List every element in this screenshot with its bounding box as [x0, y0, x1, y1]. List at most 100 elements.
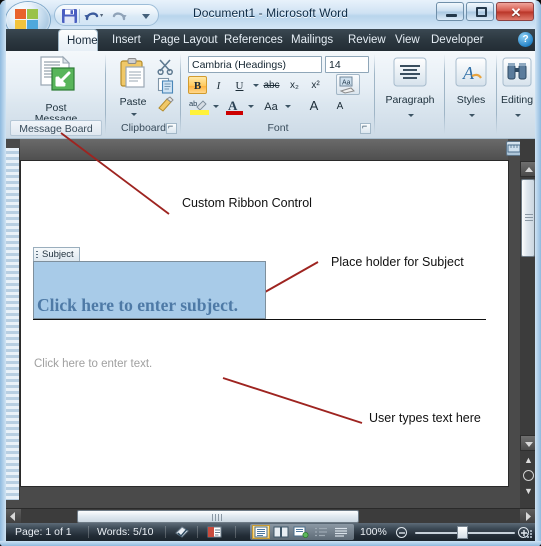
tab-home[interactable]: Home: [58, 29, 98, 51]
vertical-scrollbar[interactable]: ▲ ▼: [520, 139, 536, 508]
body-placeholder-text[interactable]: Click here to enter text.: [34, 358, 152, 370]
highlight-dropdown-icon[interactable]: [213, 105, 219, 108]
resize-grip-icon: [524, 530, 532, 538]
tab-references[interactable]: References: [216, 29, 291, 51]
change-case-dropdown-icon[interactable]: [285, 105, 291, 108]
view-buttons-group: [250, 524, 354, 540]
scroll-thumb-grip: [212, 514, 222, 521]
undo-icon[interactable]: [83, 8, 105, 24]
highlighter-icon: ab: [189, 99, 209, 115]
close-button[interactable]: ✕: [496, 2, 534, 21]
italic-button[interactable]: I: [209, 76, 228, 94]
full-screen-reading-view-button[interactable]: [272, 525, 290, 539]
maximize-icon: [476, 7, 487, 17]
copy-button[interactable]: [156, 76, 176, 94]
horizontal-scrollbar[interactable]: [5, 508, 536, 524]
maximize-button[interactable]: [466, 2, 494, 21]
annotation-placeholder-subject: Place holder for Subject: [331, 255, 464, 269]
paste-button[interactable]: Paste: [112, 57, 154, 116]
print-layout-icon: [254, 526, 268, 538]
content-control-subject[interactable]: Click here to enter subject.: [33, 261, 266, 319]
editing-button[interactable]: Editing: [498, 57, 536, 117]
print-layout-view-button[interactable]: [252, 525, 270, 539]
post-message-button[interactable]: Post Message: [20, 55, 92, 125]
redo-icon[interactable]: [111, 8, 128, 24]
paste-dropdown-icon[interactable]: [131, 113, 137, 116]
paragraph-dropdown-icon[interactable]: [408, 114, 414, 117]
scissors-icon: [157, 59, 173, 76]
bold-button[interactable]: B: [188, 76, 207, 94]
font-color-button[interactable]: A: [223, 97, 245, 116]
outline-icon: [315, 527, 327, 537]
format-painter-icon: [158, 96, 174, 112]
content-control-placeholder-text: Click here to enter subject.: [37, 295, 239, 315]
grow-font-button[interactable]: A: [303, 96, 325, 114]
customize-qat-icon[interactable]: [139, 9, 153, 23]
font-size-combo[interactable]: 14: [325, 56, 369, 73]
tab-view[interactable]: View: [387, 29, 428, 51]
styles-button[interactable]: A Styles: [449, 57, 493, 117]
content-control-tag[interactable]: Subject: [33, 247, 80, 261]
language-icon[interactable]: [207, 525, 222, 539]
web-layout-view-button[interactable]: [292, 525, 310, 539]
chevron-up-icon: [525, 167, 533, 172]
tab-page-layout[interactable]: Page Layout: [145, 29, 226, 51]
chevron-right-icon: [526, 512, 531, 521]
group-label-font: Font: [267, 122, 289, 134]
minimize-button[interactable]: [436, 2, 464, 21]
previous-page-button[interactable]: ▲: [524, 455, 533, 465]
tab-review[interactable]: Review: [340, 29, 394, 51]
ribbon: Post Message Message Board Paste Clipboa…: [5, 51, 536, 139]
scroll-down-button[interactable]: [520, 435, 536, 451]
draft-view-button[interactable]: [332, 525, 350, 539]
editing-dropdown-icon[interactable]: [515, 114, 521, 117]
clipboard-dialog-launcher[interactable]: [166, 121, 177, 134]
status-page-count[interactable]: Page: 1 of 1: [15, 523, 72, 541]
styles-icon: A: [449, 57, 493, 92]
paragraph-label: Paragraph: [385, 94, 435, 106]
font-dialog-launcher[interactable]: [360, 121, 371, 134]
text-highlight-button[interactable]: ab: [188, 97, 210, 116]
align-lines-icon: [383, 57, 437, 92]
tab-mailings[interactable]: Mailings: [283, 29, 341, 51]
horizontal-scroll-thumb[interactable]: [77, 510, 359, 523]
superscript-button[interactable]: x²: [306, 76, 325, 94]
styles-dropdown-icon[interactable]: [469, 114, 475, 117]
strikethrough-button[interactable]: abc: [262, 76, 281, 94]
post-message-icon: [20, 55, 92, 100]
shrink-font-button[interactable]: A: [329, 97, 351, 115]
vertical-scroll-thumb[interactable]: [521, 179, 535, 257]
underline-button[interactable]: U: [230, 76, 249, 94]
resize-grip[interactable]: [522, 528, 534, 540]
zoom-level-label[interactable]: 100%: [360, 523, 387, 541]
scroll-right-button[interactable]: [520, 509, 536, 524]
vertical-ruler[interactable]: [5, 148, 20, 500]
next-page-button[interactable]: ▼: [524, 486, 533, 496]
paragraph-button[interactable]: Paragraph: [383, 57, 437, 117]
spell-check-icon[interactable]: [175, 525, 189, 539]
outline-view-button[interactable]: [312, 525, 330, 539]
annotation-user-types-text: User types text here: [369, 411, 481, 425]
status-word-count[interactable]: Words: 5/10: [97, 523, 153, 541]
chevron-down-icon: [525, 442, 533, 447]
select-browse-object-button[interactable]: [523, 470, 534, 481]
help-icon[interactable]: ?: [518, 32, 533, 47]
status-divider: [197, 526, 198, 538]
font-name-combo[interactable]: Cambria (Headings): [188, 56, 322, 73]
tab-insert[interactable]: Insert: [104, 29, 149, 51]
zoom-slider-thumb[interactable]: [457, 526, 468, 539]
zoom-out-button[interactable]: [396, 527, 407, 538]
font-color-icon: A: [226, 98, 243, 115]
document-area: ▲ ▼: [5, 139, 536, 508]
scroll-left-button[interactable]: [5, 509, 21, 524]
change-case-button[interactable]: Aa: [258, 97, 284, 115]
subscript-button[interactable]: x₂: [285, 76, 304, 94]
underline-dropdown-icon[interactable]: [253, 84, 259, 87]
format-painter-button[interactable]: [156, 95, 176, 113]
cut-button[interactable]: [156, 57, 176, 76]
clear-formatting-button[interactable]: Aa: [336, 74, 360, 95]
save-icon[interactable]: [61, 8, 78, 24]
scroll-up-button[interactable]: [520, 161, 536, 177]
font-color-dropdown-icon[interactable]: [248, 105, 254, 108]
tab-developer[interactable]: Developer: [423, 29, 491, 51]
